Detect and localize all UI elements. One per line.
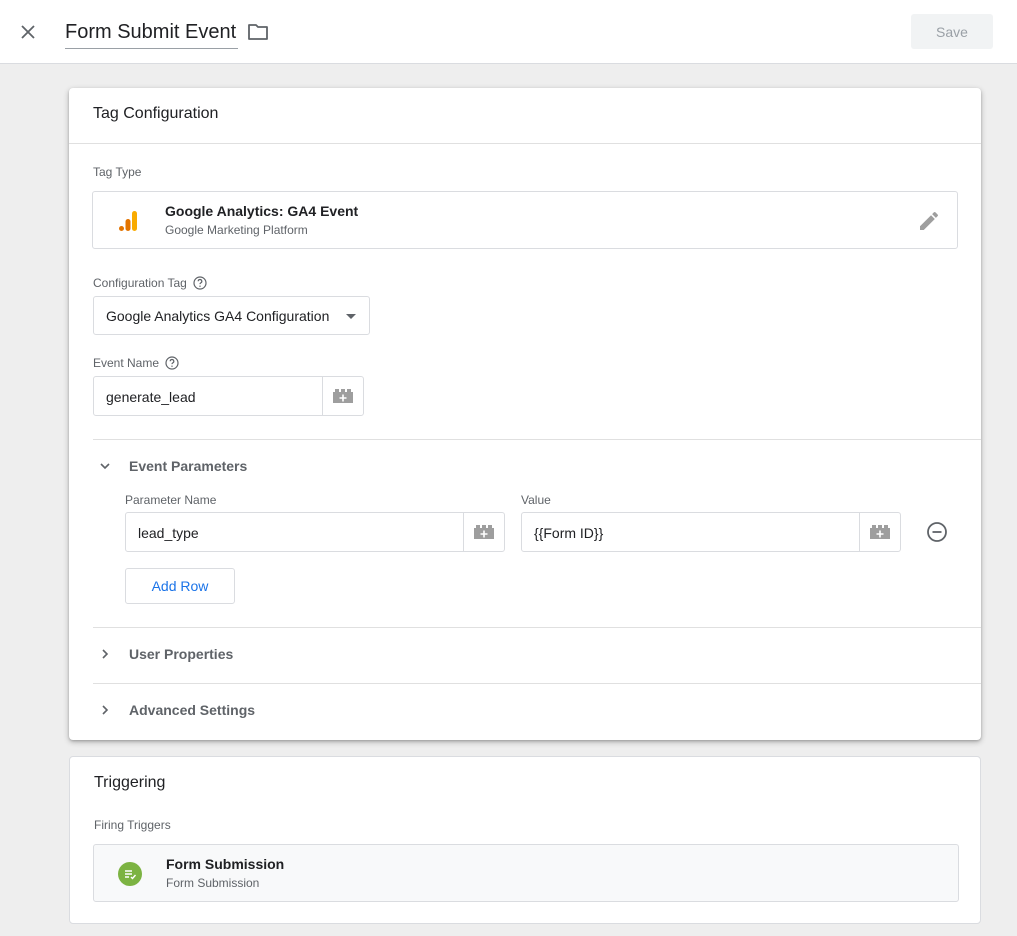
close-icon <box>21 25 35 39</box>
tag-type-label-text: Tag Type <box>93 165 142 179</box>
google-analytics-icon <box>119 211 137 231</box>
value-label: Value <box>521 493 551 507</box>
section-divider <box>93 627 981 628</box>
firing-triggers-label: Firing Triggers <box>94 818 171 832</box>
configuration-tag-label: Configuration Tag <box>93 276 207 290</box>
triggering-title: Triggering <box>94 774 166 791</box>
trigger-type: Form Submission <box>166 876 260 890</box>
variable-brick-icon <box>333 389 353 403</box>
section-divider <box>93 439 981 440</box>
folder-icon <box>248 24 268 40</box>
parameter-value-value: {{Form ID}} <box>534 525 604 541</box>
chevron-down-icon <box>93 454 117 478</box>
variable-picker-button[interactable] <box>859 513 900 551</box>
variable-brick-icon <box>870 525 890 539</box>
configuration-tag-select[interactable]: Google Analytics GA4 Configuration <box>93 296 370 335</box>
user-properties-toggle[interactable]: User Properties <box>93 642 233 666</box>
folder-button[interactable] <box>246 20 270 44</box>
parameter-name-field[interactable]: lead_type <box>125 512 505 552</box>
top-bar: Form Submit Event Save <box>0 0 1017 64</box>
tag-type-selector[interactable]: Google Analytics: GA4 Event Google Marke… <box>92 191 958 249</box>
event-parameters-toggle[interactable]: Event Parameters <box>93 454 247 478</box>
help-icon[interactable] <box>165 356 179 370</box>
firing-triggers-label-text: Firing Triggers <box>94 818 171 832</box>
triggering-card[interactable]: Triggering Firing Triggers Form Submissi… <box>69 756 981 924</box>
event-name-value: generate_lead <box>106 389 196 405</box>
event-name-label-text: Event Name <box>93 356 160 370</box>
user-properties-title: User Properties <box>129 646 234 662</box>
tag-configuration-header: Tag Configuration <box>69 88 981 144</box>
save-button[interactable]: Save <box>911 14 993 49</box>
minus-circle-icon <box>927 522 947 542</box>
parameter-name-label: Parameter Name <box>125 493 216 507</box>
trigger-name: Form Submission <box>166 856 285 872</box>
variable-picker-button[interactable] <box>322 377 363 415</box>
event-parameters-title: Event Parameters <box>129 458 248 474</box>
event-name-label: Event Name <box>93 356 179 370</box>
tag-type-label: Tag Type <box>93 165 141 179</box>
remove-row-button[interactable] <box>925 520 949 544</box>
parameter-name-label-text: Parameter Name <box>125 493 217 507</box>
tag-configuration-card: Tag Configuration Tag Type Google Analyt… <box>69 88 981 740</box>
firing-trigger-item[interactable]: Form Submission Form Submission <box>93 844 959 902</box>
tag-type-platform: Google Marketing Platform <box>165 223 308 237</box>
tag-type-name: Google Analytics: GA4 Event <box>165 203 359 219</box>
tag-configuration-title: Tag Configuration <box>93 105 219 122</box>
parameter-value-field[interactable]: {{Form ID}} <box>521 512 901 552</box>
chevron-right-icon <box>93 642 117 666</box>
add-row-button[interactable]: Add Row <box>125 568 235 604</box>
chevron-right-icon <box>93 698 117 722</box>
advanced-settings-title: Advanced Settings <box>129 702 256 718</box>
configuration-tag-value: Google Analytics GA4 Configuration <box>106 308 330 324</box>
variable-brick-icon <box>474 525 494 539</box>
value-label-text: Value <box>521 493 551 507</box>
section-divider <box>93 683 981 684</box>
variable-picker-button[interactable] <box>463 513 504 551</box>
configuration-tag-label-text: Configuration Tag <box>93 276 187 290</box>
advanced-settings-toggle[interactable]: Advanced Settings <box>93 698 255 722</box>
event-name-field[interactable]: generate_lead <box>93 376 364 416</box>
pencil-icon[interactable] <box>917 209 941 233</box>
tag-name-field[interactable]: Form Submit Event <box>65 18 239 49</box>
parameter-name-value: lead_type <box>138 525 199 541</box>
help-icon[interactable] <box>193 276 207 290</box>
form-submission-trigger-icon <box>118 862 142 886</box>
dropdown-arrow-icon <box>346 314 356 319</box>
close-button[interactable] <box>14 18 42 46</box>
